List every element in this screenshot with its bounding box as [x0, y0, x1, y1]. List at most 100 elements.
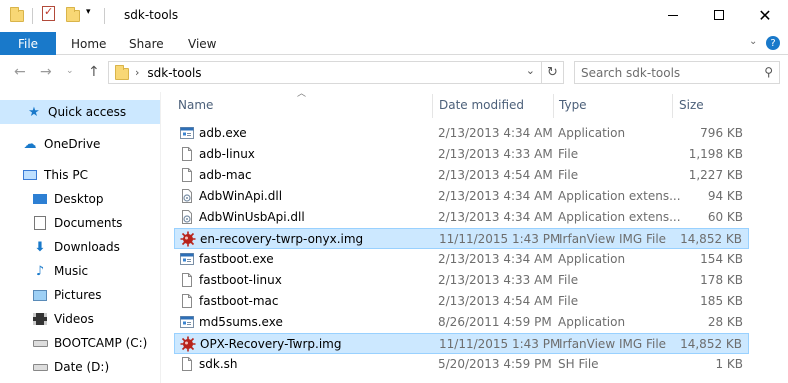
- search-icon: ⚲: [764, 65, 773, 79]
- irfanview-icon: [180, 336, 196, 352]
- documents-icon: [32, 215, 48, 231]
- breadcrumb[interactable]: sdk-tools: [147, 66, 201, 80]
- tab-file[interactable]: File: [0, 32, 56, 55]
- refresh-icon[interactable]: ↻: [541, 62, 563, 83]
- separator: [104, 8, 105, 24]
- nav-item-onedrive[interactable]: ☁ OneDrive: [0, 132, 160, 156]
- close-button[interactable]: ✕: [742, 0, 788, 30]
- title-bar: ▾ sdk-tools ✕: [0, 0, 788, 32]
- nav-label: BOOTCAMP (C:): [54, 336, 148, 350]
- address-bar[interactable]: › sdk-tools ⌄ ↻: [108, 61, 564, 84]
- file-date: 2/13/2013 4:33 AM: [438, 147, 553, 161]
- file-row[interactable]: fastboot-linux 2/13/2013 4:33 AM File 178 K…: [174, 270, 749, 291]
- file-size: 1 KB: [715, 357, 743, 371]
- nav-item-videos[interactable]: Videos: [0, 307, 160, 331]
- help-icon[interactable]: ?: [766, 36, 780, 50]
- file-icon: [182, 357, 192, 371]
- nav-label: OneDrive: [44, 137, 101, 151]
- nav-item-bootcamp-drive[interactable]: BOOTCAMP (C:): [0, 331, 160, 355]
- file-date: 2/13/2013 4:34 AM: [438, 210, 553, 224]
- tab-home[interactable]: Home: [71, 32, 106, 55]
- nav-label: Music: [54, 264, 89, 278]
- file-name: en-recovery-twrp-onyx.img: [200, 232, 364, 246]
- file-size: 185 KB: [700, 294, 743, 308]
- nav-label: Quick access: [48, 105, 127, 119]
- file-row[interactable]: adb.exe 2/13/2013 4:34 AM Application 796 K…: [174, 123, 749, 144]
- column-header-date[interactable]: Date modified: [439, 94, 524, 116]
- file-row[interactable]: md5sums.exe 8/26/2011 4:59 PM Application 2…: [174, 312, 749, 333]
- new-folder-icon[interactable]: [66, 6, 80, 22]
- file-row[interactable]: en-recovery-twrp-onyx.img 11/11/2015 1:43…: [174, 228, 749, 249]
- star-icon: ★: [28, 104, 40, 120]
- address-dropdown-icon[interactable]: ⌄: [526, 64, 535, 77]
- column-divider[interactable]: [432, 94, 433, 118]
- file-size: 178 KB: [700, 273, 743, 287]
- file-size: 1,227 KB: [688, 168, 743, 182]
- recent-locations-icon[interactable]: ⌄: [66, 66, 74, 76]
- file-type: Application: [558, 252, 626, 266]
- file-date: 2/13/2013 4:34 AM: [438, 252, 553, 266]
- file-row[interactable]: OPX-Recovery-Twrp.img 11/11/2015 1:43 PM I…: [174, 333, 749, 354]
- file-row[interactable]: fastboot-mac 2/13/2013 4:54 AM File 185 KB: [174, 291, 749, 312]
- file-size: 1,198 KB: [688, 147, 743, 161]
- pictures-icon: [32, 287, 48, 303]
- column-divider[interactable]: [672, 94, 673, 118]
- search-input[interactable]: Search sdk-tools ⚲: [574, 61, 780, 84]
- file-row[interactable]: fastboot.exe 2/13/2013 4:34 AM Application…: [174, 249, 749, 270]
- download-icon: ⬇: [34, 239, 46, 255]
- column-header-size[interactable]: Size: [679, 94, 704, 116]
- back-icon[interactable]: ←: [14, 64, 26, 80]
- file-row[interactable]: adb-linux 2/13/2013 4:33 AM File 1,198 KB: [174, 144, 749, 165]
- up-icon[interactable]: ↑: [88, 64, 100, 80]
- tab-view[interactable]: View: [188, 32, 216, 55]
- file-row[interactable]: AdbWinApi.dll 2/13/2013 4:34 AM Applicatio…: [174, 186, 749, 207]
- column-header-name[interactable]: Name: [178, 94, 213, 116]
- navigation-pane: ★ Quick access ☁ OneDrive This PC Deskto…: [0, 92, 160, 383]
- file-type: IrfanView IMG File: [559, 337, 667, 351]
- drive-icon: [32, 335, 48, 351]
- minimize-button[interactable]: [650, 0, 696, 30]
- folder-icon: [115, 65, 129, 80]
- tab-share[interactable]: Share: [129, 32, 164, 55]
- irfanview-icon: [180, 231, 196, 247]
- customize-quick-access-icon[interactable]: ▾: [86, 7, 91, 17]
- file-row[interactable]: adb-mac 2/13/2013 4:54 AM File 1,227 KB: [174, 165, 749, 186]
- file-name: adb-linux: [199, 147, 255, 161]
- file-row[interactable]: sdk.sh 5/20/2013 4:59 PM SH File 1 KB: [174, 354, 749, 375]
- drive-icon: [32, 359, 48, 375]
- file-type: Application: [558, 315, 626, 329]
- maximize-button[interactable]: [696, 0, 742, 30]
- folder-icon: [10, 6, 24, 22]
- nav-item-desktop[interactable]: Desktop: [0, 187, 160, 211]
- forward-icon[interactable]: →: [40, 64, 52, 80]
- breadcrumb-separator: ›: [135, 66, 140, 79]
- file-row[interactable]: AdbWinUsbApi.dll 2/13/2013 4:34 AM Applica…: [174, 207, 749, 228]
- properties-icon[interactable]: [42, 5, 55, 21]
- file-type: File: [558, 168, 579, 182]
- file-date: 5/20/2013 4:59 PM: [438, 357, 552, 371]
- column-header-type[interactable]: Type: [559, 94, 587, 116]
- file-date: 2/13/2013 4:54 AM: [438, 294, 553, 308]
- file-icon: [182, 147, 192, 161]
- application-icon: [180, 127, 194, 139]
- nav-item-quick-access[interactable]: ★ Quick access: [0, 100, 160, 124]
- nav-item-downloads[interactable]: ⬇ Downloads: [0, 235, 160, 259]
- expand-ribbon-icon[interactable]: ⌄: [749, 36, 757, 47]
- file-name: adb-mac: [199, 168, 252, 182]
- file-name: sdk.sh: [199, 357, 238, 371]
- nav-label: Documents: [54, 216, 123, 230]
- nav-item-this-pc[interactable]: This PC: [0, 163, 160, 187]
- pane-divider[interactable]: [160, 92, 161, 383]
- nav-label: Downloads: [54, 240, 120, 254]
- nav-item-date-drive[interactable]: Date (D:): [0, 355, 160, 379]
- column-divider[interactable]: [553, 94, 554, 118]
- nav-item-pictures[interactable]: Pictures: [0, 283, 160, 307]
- application-icon: [180, 253, 194, 265]
- file-size: 14,852 KB: [680, 337, 742, 351]
- file-type: File: [558, 273, 579, 287]
- file-name: fastboot.exe: [199, 252, 274, 266]
- nav-item-documents[interactable]: Documents: [0, 211, 160, 235]
- file-icon: [182, 273, 192, 287]
- nav-item-music[interactable]: ♪ Music: [0, 259, 160, 283]
- file-size: 14,852 KB: [680, 232, 742, 246]
